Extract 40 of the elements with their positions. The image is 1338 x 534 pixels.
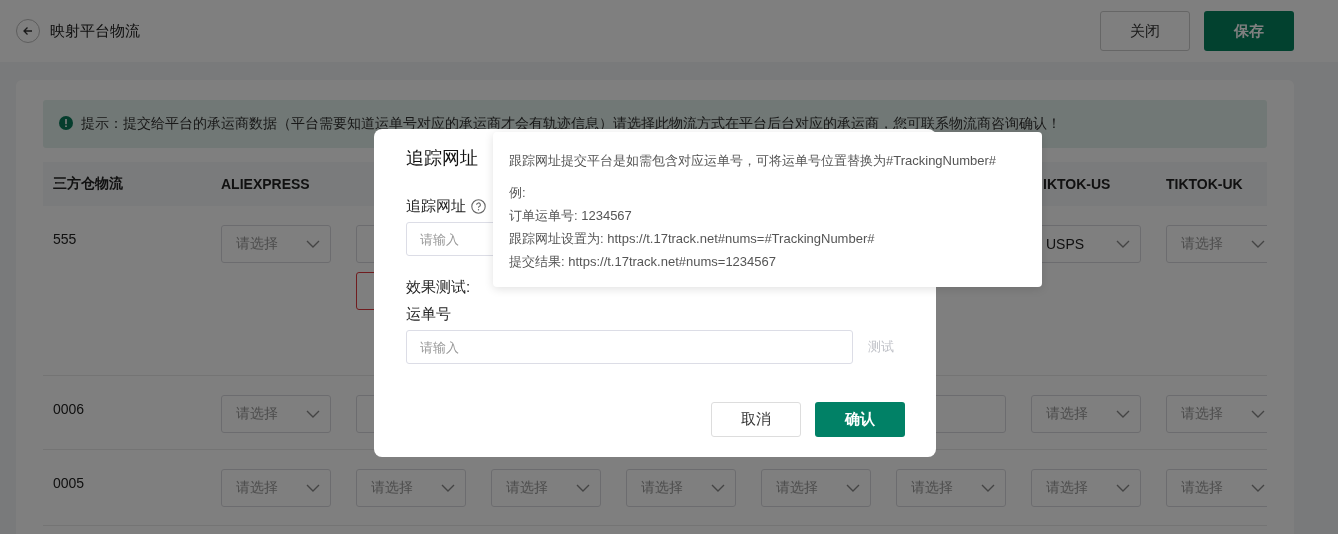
column-title: TIKTOK-UK: [1166, 176, 1243, 192]
tracking-number-input[interactable]: 请输入: [406, 330, 853, 364]
chevron-down-icon: [846, 484, 860, 492]
chevron-down-icon: [1251, 410, 1265, 418]
confirm-button[interactable]: 确认: [815, 402, 905, 437]
column-title: 三方仓物流: [53, 175, 123, 193]
tooltip-text: 提交结果: https://t.17track.net#nums=1234567: [509, 253, 776, 271]
page-title: 映射平台物流: [50, 21, 141, 41]
column-title: ALIEXPRESS: [221, 176, 310, 192]
chevron-down-icon: [711, 484, 725, 492]
section-heading: 效果测试:: [406, 278, 471, 297]
chevron-down-icon: [441, 484, 455, 492]
tooltip-text: 订单运单号: 1234567: [509, 207, 632, 225]
chevron-down-icon: [306, 240, 320, 248]
back-button[interactable]: [16, 19, 40, 43]
chevron-down-icon: [1251, 240, 1265, 248]
table-cell-text: 555: [53, 230, 77, 247]
table-cell-text: 0006: [53, 400, 85, 417]
save-button[interactable]: 保存: [1204, 11, 1294, 51]
tooltip-text: 跟踪网址提交平台是如需包含对应运单号，可将运单号位置替换为#TrackingNumber#: [509, 152, 997, 170]
chevron-down-icon: [306, 410, 320, 418]
chevron-down-icon: [306, 484, 320, 492]
column-title: IKTOK-US: [1043, 176, 1111, 192]
tooltip-text: 例:: [509, 184, 526, 202]
field-label: 追踪网址: [406, 197, 466, 216]
chevron-down-icon: [1251, 484, 1265, 492]
exclamation-icon: [59, 116, 73, 130]
close-button[interactable]: 关闭: [1100, 11, 1190, 51]
cancel-button[interactable]: 取消: [711, 402, 801, 437]
chevron-down-icon: [576, 484, 590, 492]
dialog-title: 追踪网址: [406, 147, 478, 170]
chevron-down-icon: [1116, 240, 1130, 248]
tooltip-text: 跟踪网址设置为: https://t.17track.net#nums=#TrackingNumber#: [509, 230, 875, 248]
field-label: 运单号: [406, 305, 451, 324]
chevron-down-icon: [981, 484, 995, 492]
table-cell-text: 0005: [53, 474, 85, 491]
chevron-down-icon: [1116, 484, 1130, 492]
chevron-down-icon: [1116, 410, 1130, 418]
help-icon[interactable]: [471, 199, 486, 214]
arrow-left-icon: [22, 25, 34, 37]
